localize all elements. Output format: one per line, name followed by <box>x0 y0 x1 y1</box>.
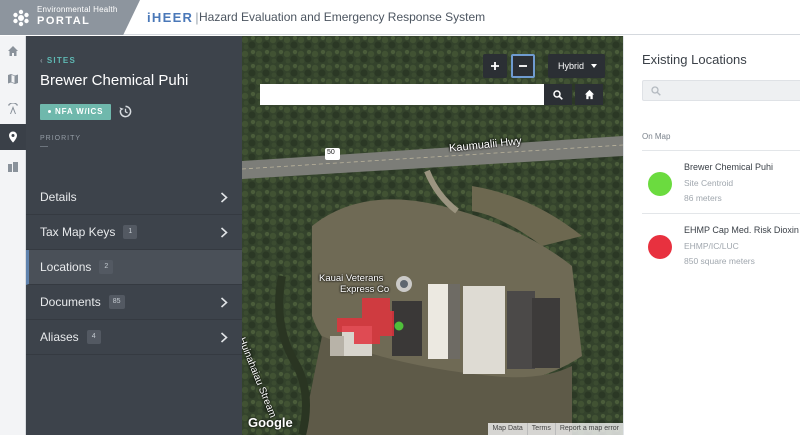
breadcrumb[interactable]: ‹ SITES <box>40 56 76 65</box>
home-icon <box>584 89 594 100</box>
map-footer: Map Data Terms Report a map error <box>488 423 623 435</box>
map-icon <box>8 74 18 84</box>
nav-label: Documents <box>40 295 101 309</box>
existing-locations-panel: Existing Locations On Map Brewer Chemica… <box>623 36 800 435</box>
divider <box>642 213 800 214</box>
home-icon <box>8 46 18 56</box>
nav-label: Details <box>40 190 77 204</box>
nav-count-badge: 4 <box>86 330 101 344</box>
site-sidebar: ‹ SITES Brewer Chemical Puhi NFA W/ICS PR… <box>26 36 242 435</box>
nav-label: Tax Map Keys <box>40 225 116 239</box>
divider <box>642 150 800 151</box>
nav-count-badge: 1 <box>123 225 138 239</box>
nav-documents[interactable]: Documents 85 <box>26 285 242 320</box>
nav-count-badge: 2 <box>99 260 114 274</box>
map-type-label: Hybrid <box>558 61 585 71</box>
rail-home[interactable] <box>0 38 26 64</box>
location-area: 850 square meters <box>684 256 755 266</box>
map-search-input[interactable] <box>260 84 544 105</box>
zoom-in-button[interactable] <box>483 54 507 78</box>
satellite-map[interactable]: 50 Kaumualii Hwy Kauai Veterans Express … <box>242 36 623 435</box>
page-title: Brewer Chemical Puhi <box>40 72 189 89</box>
report-map-error-link[interactable]: Report a map error <box>554 423 623 435</box>
location-pin-icon <box>9 131 17 143</box>
location-item[interactable]: Brewer Chemical Puhi Site Centroid 86 me… <box>642 162 800 232</box>
left-icon-rail <box>0 36 26 435</box>
breadcrumb-label: SITES <box>46 56 76 65</box>
location-color-marker <box>648 235 672 259</box>
site-nav: Details Tax Map Keys 1 Locations 2 Docum… <box>26 180 242 355</box>
search-icon <box>651 86 661 96</box>
portal-brand[interactable]: Environmental Health PORTAL <box>0 0 140 35</box>
panel-title: Existing Locations <box>642 52 747 67</box>
rail-locations[interactable] <box>0 124 26 150</box>
map-data-link[interactable]: Map Data <box>488 423 526 435</box>
priority-value <box>40 146 48 147</box>
buildings-icon <box>8 162 18 172</box>
portal-logo-icon <box>13 9 29 27</box>
rail-buildings[interactable] <box>0 154 26 180</box>
chevron-right-icon <box>220 227 228 238</box>
app-subtitle: Hazard Evaluation and Emergency Response… <box>199 10 486 24</box>
route-shield-label: 50 <box>327 149 335 156</box>
chevron-right-icon <box>220 192 228 203</box>
nav-tax-map-keys[interactable]: Tax Map Keys 1 <box>26 215 242 250</box>
location-name: EHMP Cap Med. Risk Dioxin <box>684 225 799 235</box>
google-logo: Google <box>248 415 293 430</box>
chevron-right-icon <box>220 297 228 308</box>
nav-count-badge: 85 <box>108 295 125 309</box>
caret-down-icon <box>591 64 597 68</box>
portal-name: Environmental Health PORTAL <box>37 5 118 27</box>
breadcrumb-chevron-icon: ‹ <box>40 56 44 65</box>
section-label: On Map <box>642 132 671 141</box>
nav-locations[interactable]: Locations 2 <box>26 250 242 285</box>
nav-aliases[interactable]: Aliases 4 <box>26 320 242 355</box>
app-name[interactable]: iHEER | <box>147 10 204 25</box>
rail-map[interactable] <box>0 66 26 92</box>
location-type: EHMP/IC/LUC <box>684 241 739 251</box>
zoom-out-button[interactable] <box>511 54 535 78</box>
place-label: Kauai Veterans <box>319 273 384 284</box>
history-icon[interactable] <box>119 105 132 118</box>
nav-label: Aliases <box>40 330 79 344</box>
search-icon <box>553 89 563 100</box>
portal-line1: Environmental Health <box>37 5 118 14</box>
location-type: Site Centroid <box>684 178 734 188</box>
plus-icon <box>491 62 499 70</box>
nav-label: Locations <box>40 260 92 274</box>
priority-label: PRIORITY <box>40 135 82 142</box>
top-header: Environmental Health PORTAL iHEER | Hazar… <box>0 0 800 35</box>
rail-tower[interactable] <box>0 96 26 122</box>
locations-search-input[interactable] <box>642 80 800 101</box>
badge-dot-icon <box>48 110 51 114</box>
map-type-select[interactable]: Hybrid <box>548 54 605 78</box>
location-item[interactable]: EHMP Cap Med. Risk Dioxin EHMP/IC/LUC 85… <box>642 225 800 295</box>
terms-link[interactable]: Terms <box>526 423 555 435</box>
place-label: Express Co <box>340 284 390 295</box>
location-color-marker <box>648 172 672 196</box>
nav-details[interactable]: Details <box>26 180 242 215</box>
location-name: Brewer Chemical Puhi <box>684 162 774 172</box>
map-search-button[interactable] <box>544 84 572 105</box>
map-home-button[interactable] <box>575 84 603 105</box>
status-badge: NFA W/ICS <box>40 104 112 120</box>
radio-tower-icon <box>8 103 18 114</box>
app-name-text: iHEER <box>147 10 194 25</box>
minus-icon <box>519 65 527 67</box>
location-area: 86 meters <box>684 193 722 203</box>
chevron-right-icon <box>220 332 228 343</box>
badge-label: NFA W/ICS <box>55 107 104 116</box>
portal-line2: PORTAL <box>37 14 91 27</box>
